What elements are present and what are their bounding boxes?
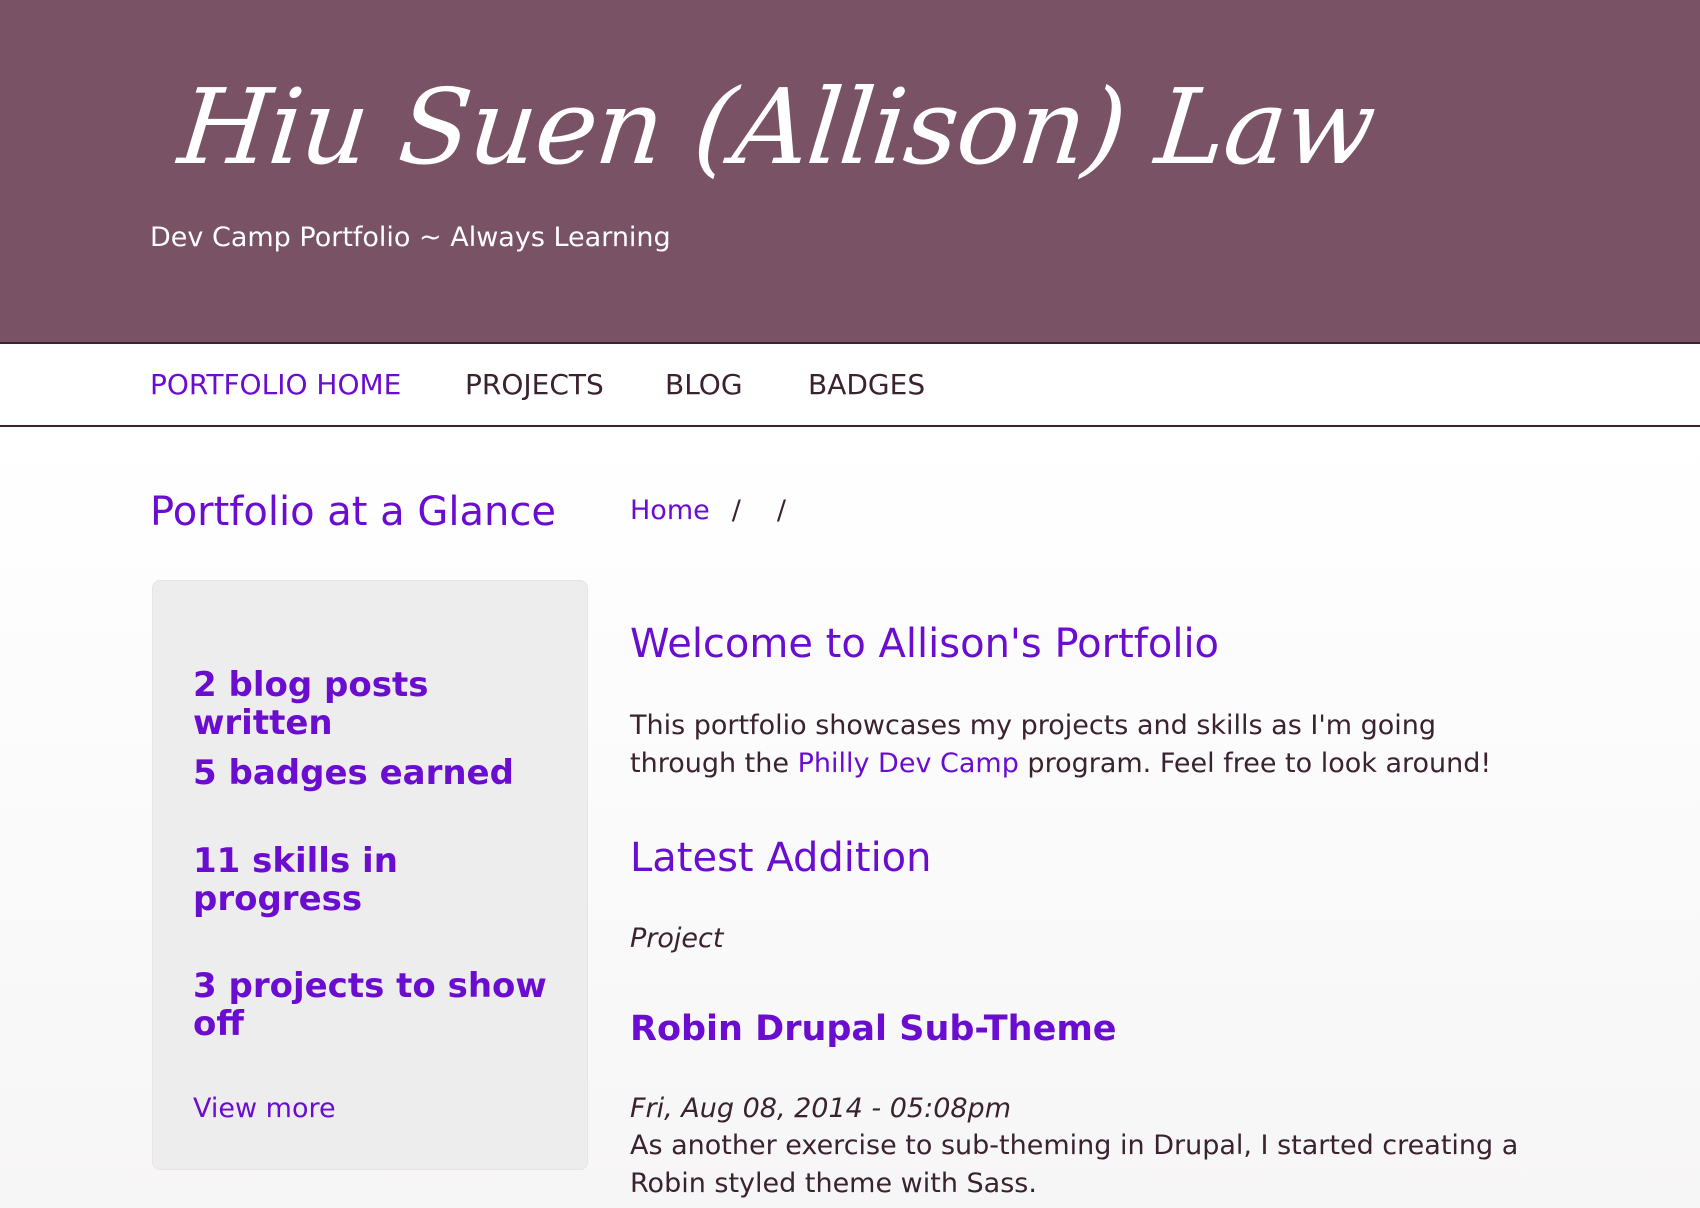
portfolio-glance-box: 2 blog posts written 5 badges earned 11 …: [152, 580, 588, 1170]
stat-skills: 11 skills in progress: [193, 841, 398, 919]
content-area: Portfolio at a Glance 2 blog posts writt…: [0, 427, 1700, 1208]
philly-dev-camp-link[interactable]: Philly Dev Camp: [798, 748, 1019, 779]
page-title: Welcome to Allison's Portfolio: [630, 621, 1220, 667]
stat-projects: 3 projects to show off: [193, 966, 547, 1044]
nav-item-portfolio-home[interactable]: PORTFOLIO HOME: [150, 368, 401, 401]
breadcrumb-separator: /: [731, 495, 741, 526]
site-name[interactable]: Hiu Suen (Allison) Law: [174, 66, 1381, 188]
latest-addition-heading: Latest Addition: [630, 835, 932, 881]
breadcrumb: Home / /: [630, 495, 786, 526]
nav-item-blog[interactable]: BLOG: [665, 368, 743, 401]
breadcrumb-separator: /: [776, 495, 786, 526]
sidebar-title: Portfolio at a Glance: [150, 489, 556, 535]
stat-badges: 5 badges earned: [193, 753, 514, 793]
latest-project-title-link[interactable]: Robin Drupal Sub-Theme: [630, 1009, 1117, 1049]
stat-blog-posts: 2 blog posts written: [193, 665, 429, 743]
post-date: Fri, Aug 08, 2014 - 05:08pm: [630, 1093, 1011, 1124]
main-nav: PORTFOLIO HOME PROJECTS BLOG BADGES: [0, 342, 1700, 427]
intro-text-end: program. Feel free to look around!: [1018, 748, 1492, 779]
nav-item-projects[interactable]: PROJECTS: [465, 368, 604, 401]
site-header: Hiu Suen (Allison) Law Dev Camp Portfoli…: [0, 0, 1700, 342]
project-summary: As another exercise to sub-theming in Dr…: [630, 1130, 1519, 1199]
breadcrumb-home-link[interactable]: Home: [630, 495, 710, 526]
intro-paragraph: This portfolio showcases my projects and…: [630, 707, 1530, 783]
content-type-label: Project: [630, 923, 724, 954]
nav-item-badges[interactable]: BADGES: [808, 368, 925, 401]
view-more-link[interactable]: View more: [193, 1093, 336, 1124]
site-slogan: Dev Camp Portfolio ~ Always Learning: [150, 222, 671, 253]
